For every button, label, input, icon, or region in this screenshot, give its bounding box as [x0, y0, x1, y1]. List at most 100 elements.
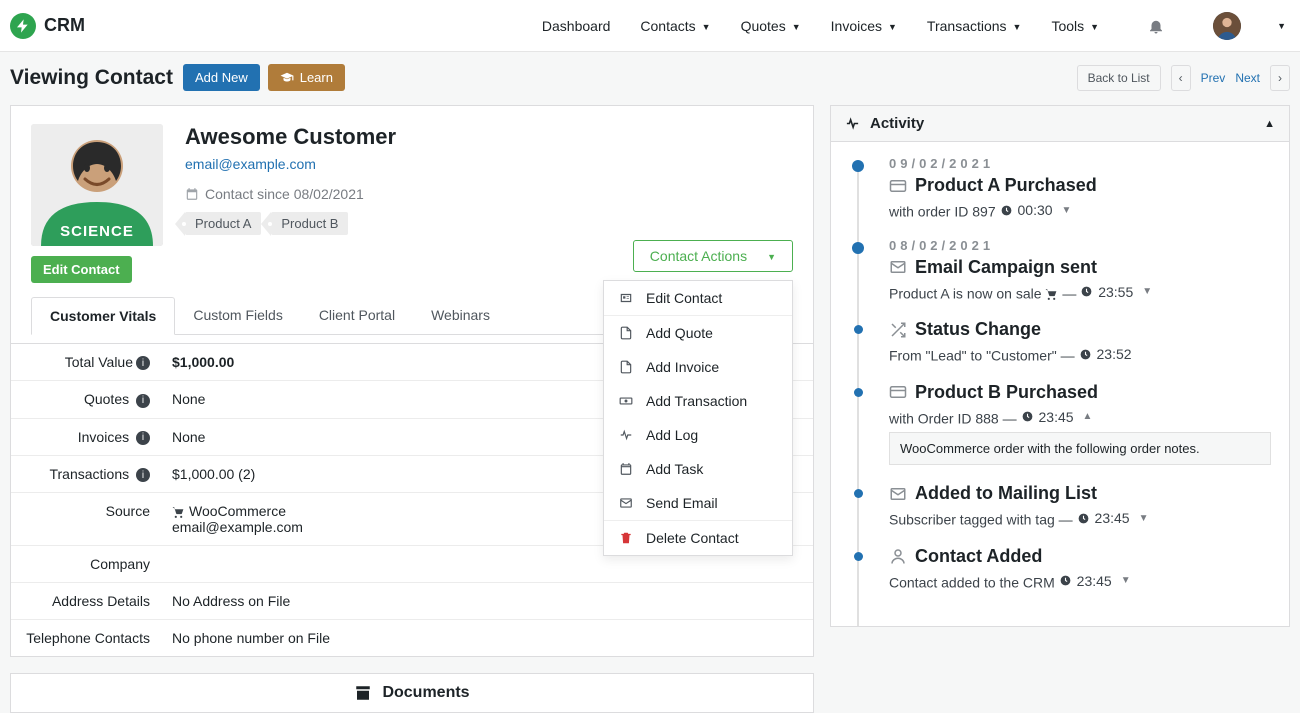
- add-new-button[interactable]: Add New: [183, 64, 260, 91]
- contact-since: Contact since 08/02/2021: [185, 186, 396, 202]
- chevron-down-icon: ▼: [1013, 22, 1022, 32]
- chevron-down-icon: ▼: [792, 22, 801, 32]
- right-column: Activity ▲ 09/02/2021 Product A Purchase…: [830, 105, 1290, 627]
- next-icon-button[interactable]: ›: [1270, 65, 1290, 91]
- cart-icon: [172, 506, 185, 519]
- activity-title: Activity: [870, 115, 924, 132]
- chevron-down-icon[interactable]: ▼: [1139, 513, 1149, 524]
- activity-item: Contact Added Contact added to the CRM 2…: [849, 546, 1271, 591]
- tab-client-portal[interactable]: Client Portal: [301, 297, 413, 335]
- brand-logo-icon: [10, 13, 36, 39]
- nav-dashboard[interactable]: Dashboard: [542, 18, 611, 34]
- envelope-icon: [889, 485, 907, 503]
- activity-item: 08/02/2021 Email Campaign sent Product A…: [849, 238, 1271, 302]
- contact-header-card: SCIENCE Edit Contact Awesome Customer em…: [10, 105, 814, 344]
- prev-icon-button[interactable]: ‹: [1171, 65, 1191, 91]
- action-send-email[interactable]: Send Email: [604, 486, 792, 520]
- info-icon[interactable]: i: [136, 394, 150, 408]
- info-icon[interactable]: i: [136, 356, 150, 370]
- back-to-list-button[interactable]: Back to List: [1077, 65, 1161, 91]
- action-add-quote[interactable]: Add Quote: [604, 315, 792, 350]
- activity-item-desc: Contact added to the CRM 23:45▼: [889, 573, 1271, 591]
- action-edit-contact[interactable]: Edit Contact: [604, 281, 792, 315]
- next-link[interactable]: Next: [1235, 71, 1260, 85]
- chevron-down-icon[interactable]: ▼: [1062, 205, 1072, 216]
- user-avatar[interactable]: [1213, 12, 1241, 40]
- contact-actions-button[interactable]: Contact Actions ▼: [633, 240, 793, 272]
- page-heading-actions: Back to List ‹ Prev Next ›: [1077, 65, 1290, 91]
- calendar-icon: [185, 187, 199, 201]
- vitals-address-value: No Address on File: [156, 583, 813, 619]
- file-icon: [618, 360, 634, 374]
- nav-contacts[interactable]: Contacts▼: [640, 18, 710, 34]
- info-icon[interactable]: i: [136, 468, 150, 482]
- activity-timeline: 09/02/2021 Product A Purchased with orde…: [830, 142, 1290, 627]
- top-navbar: CRM Dashboard Contacts▼ Quotes▼ Invoices…: [0, 0, 1300, 52]
- edit-contact-label: Edit Contact: [43, 262, 120, 277]
- activity-panel-header[interactable]: Activity ▲: [830, 105, 1290, 142]
- contact-actions-wrap: Contact Actions ▼ Edit Contact Add Quote…: [633, 240, 793, 272]
- chevron-down-icon: ▼: [888, 22, 897, 32]
- nav-quotes[interactable]: Quotes▼: [741, 18, 801, 34]
- action-delete-contact[interactable]: Delete Contact: [604, 520, 792, 555]
- activity-item-title: Product A Purchased: [915, 175, 1097, 196]
- vitals-total-value-label: Total Valuei: [11, 344, 156, 380]
- activity-item-desc: with order ID 897 00:30▼: [889, 202, 1271, 220]
- tab-custom-fields[interactable]: Custom Fields: [175, 297, 300, 335]
- heartbeat-icon: [618, 428, 634, 442]
- chevron-down-icon[interactable]: ▼: [1121, 575, 1131, 586]
- chevron-left-icon: ‹: [1179, 71, 1183, 85]
- documents-title: Documents: [382, 684, 469, 702]
- contact-actions-dropdown: Edit Contact Add Quote Add Invoice Add T…: [603, 280, 793, 556]
- timeline-dot: [854, 325, 863, 334]
- vitals-phone-value: No phone number on File: [156, 620, 813, 656]
- calendar-icon: [618, 462, 634, 476]
- nav-transactions[interactable]: Transactions▼: [927, 18, 1022, 34]
- activity-date: 08/02/2021: [889, 238, 1271, 253]
- brand[interactable]: CRM: [10, 13, 85, 39]
- activity-item-desc: with Order ID 888 — 23:45▲: [889, 409, 1271, 427]
- activity-item: 09/02/2021 Product A Purchased with orde…: [849, 156, 1271, 220]
- action-add-invoice[interactable]: Add Invoice: [604, 350, 792, 384]
- chevron-down-icon[interactable]: ▼: [1142, 286, 1152, 297]
- svg-text:SCIENCE: SCIENCE: [60, 223, 134, 240]
- trash-icon: [618, 531, 634, 545]
- activity-item-desc: Product A is now on sale — 23:55▼: [889, 284, 1271, 302]
- chevron-up-icon[interactable]: ▲: [1083, 411, 1093, 422]
- documents-section-heading[interactable]: Documents: [10, 673, 814, 713]
- credit-card-icon: [889, 177, 907, 195]
- chevron-down-icon: ▼: [767, 252, 776, 262]
- nav-invoices-label: Invoices: [831, 18, 882, 34]
- notifications-icon[interactable]: [1147, 17, 1165, 35]
- tab-webinars[interactable]: Webinars: [413, 297, 508, 335]
- vitals-source-label: Source: [11, 493, 156, 545]
- action-add-log[interactable]: Add Log: [604, 418, 792, 452]
- main-layout: SCIENCE Edit Contact Awesome Customer em…: [0, 91, 1300, 713]
- tag-product-b[interactable]: Product B: [271, 212, 348, 235]
- timeline-dot: [852, 160, 864, 172]
- activity-item: Product B Purchased with Order ID 888 — …: [849, 382, 1271, 466]
- vitals-invoices-label: Invoices i: [11, 419, 156, 455]
- chevron-right-icon: ›: [1278, 71, 1282, 85]
- tag-product-a[interactable]: Product A: [185, 212, 261, 235]
- prev-link[interactable]: Prev: [1201, 71, 1226, 85]
- edit-contact-button[interactable]: Edit Contact: [31, 256, 132, 283]
- activity-item-desc: From "Lead" to "Customer" — 23:52: [889, 346, 1271, 364]
- clock-icon: [1079, 348, 1092, 361]
- info-icon[interactable]: i: [136, 431, 150, 445]
- id-card-icon: [618, 291, 634, 305]
- timeline-dot: [854, 388, 863, 397]
- contact-email-link[interactable]: email@example.com: [185, 156, 316, 172]
- nav-invoices[interactable]: Invoices ▼: [831, 18, 897, 34]
- action-add-task[interactable]: Add Task: [604, 452, 792, 486]
- chevron-down-icon[interactable]: ▼: [1277, 21, 1286, 31]
- brand-name: CRM: [44, 15, 85, 36]
- back-label: Back to List: [1088, 71, 1150, 85]
- action-add-quote-label: Add Quote: [646, 325, 713, 341]
- action-add-transaction[interactable]: Add Transaction: [604, 384, 792, 418]
- learn-button[interactable]: Learn: [268, 64, 345, 91]
- tab-customer-vitals[interactable]: Customer Vitals: [31, 297, 175, 335]
- nav-tools[interactable]: Tools▼: [1051, 18, 1099, 34]
- action-send-email-label: Send Email: [646, 495, 718, 511]
- action-delete-label: Delete Contact: [646, 530, 739, 546]
